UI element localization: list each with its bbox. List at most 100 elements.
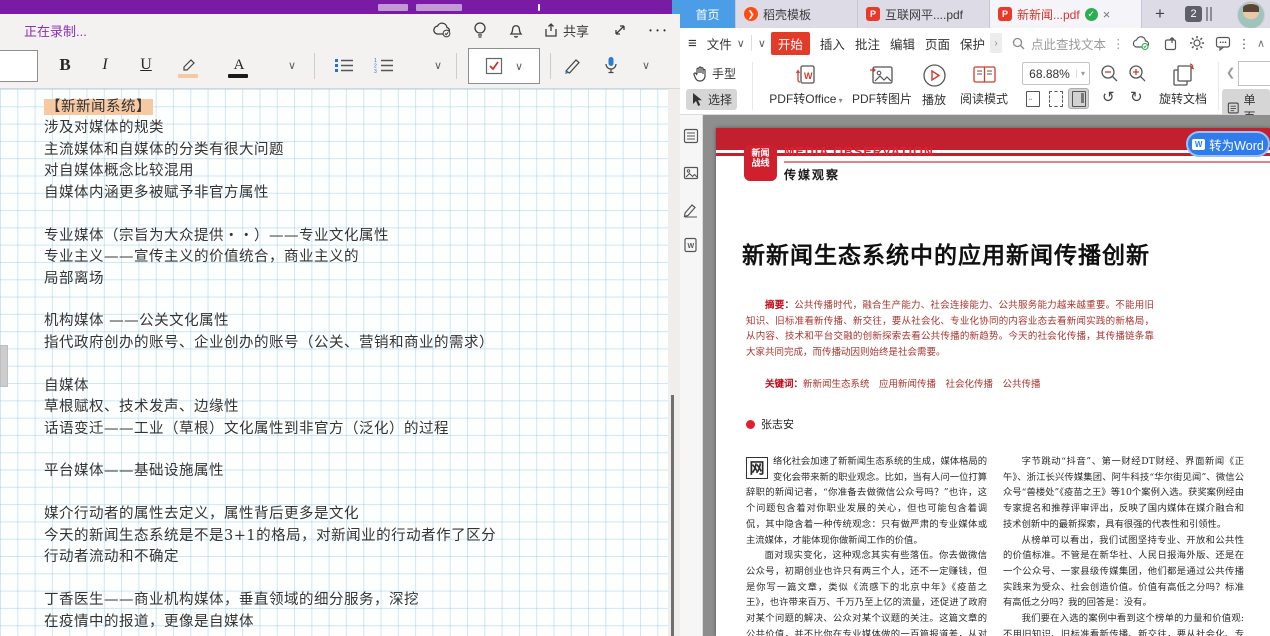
bold-button[interactable]: B: [54, 49, 76, 81]
menu-overflow-chip[interactable]: ›: [990, 33, 1002, 53]
page-number-box[interactable]: [1238, 61, 1270, 86]
lightbulb-icon[interactable]: [468, 18, 492, 42]
chevron-down-icon[interactable]: [430, 49, 446, 81]
search-placeholder: 点此查找文本: [1031, 34, 1106, 53]
share-doc-icon[interactable]: [1160, 33, 1182, 53]
tab-home[interactable]: 首页: [680, 0, 736, 28]
rotate-document-button[interactable]: 旋转文档: [1155, 63, 1211, 107]
font-color-swatch: [228, 74, 248, 78]
select-tool-button[interactable]: 选择: [686, 89, 737, 110]
menu-item[interactable]: 批注: [855, 34, 880, 53]
chevron-down-icon[interactable]: [284, 49, 300, 81]
read-mode-button[interactable]: 阅读模式: [956, 63, 1012, 107]
hamburger-menu-icon[interactable]: ≡: [688, 35, 697, 52]
feedback-comment-icon[interactable]: [1212, 33, 1234, 53]
magnifier-plus-icon: [1128, 64, 1147, 83]
pdf-page[interactable]: 新闻 战线 MEDIA OBSERVATION 传媒观察 W 转为Word 新新…: [716, 128, 1270, 636]
note-line: [44, 483, 654, 504]
article-abstract: 摘要：公共传播时代，融合生产能力、社会连接能力、公共服务能力越来越重要。不能用旧…: [746, 298, 1154, 360]
titlebar-text-hint: [378, 4, 408, 11]
body-paragraph: 网络化社会加速了新新闻生态系统的生成，媒体格局的变化会带来新的职业观念。比如，当…: [746, 454, 987, 548]
outline-panel-icon[interactable]: [683, 128, 699, 144]
note-line: 平台媒体——基础设施属性: [44, 461, 654, 482]
note-line: 媒介行动者的属性去定义，属性背后更多是文化: [44, 504, 654, 525]
fit-actual-size-button[interactable]: ↔: [1022, 88, 1043, 109]
numbered-list-button[interactable]: 123: [370, 49, 398, 81]
menu-item[interactable]: 编辑: [890, 34, 915, 53]
font-size-box[interactable]: [0, 50, 38, 82]
italic-button[interactable]: I: [95, 49, 115, 81]
note-canvas[interactable]: 【新新闻系统】涉及对媒体的规类主流媒体和自媒体的分类有很大问题对自媒体概念比较混…: [0, 89, 668, 636]
play-button[interactable]: 播放: [918, 63, 950, 108]
note-line: 主流媒体和自媒体的分类有很大问题: [44, 140, 654, 161]
journal-title-rule: [784, 161, 1270, 163]
pdf-to-word-icon: W: [794, 63, 818, 87]
play-label: 播放: [922, 91, 946, 108]
note-scrollbar-thumb[interactable]: [671, 395, 674, 636]
images-panel-icon[interactable]: [683, 165, 699, 181]
tab-docer-templates[interactable]: ❯ 稻壳模板: [736, 0, 858, 28]
zoom-level-combobox[interactable]: 68.88% ▾: [1022, 62, 1090, 85]
sync-cloud-icon[interactable]: [430, 18, 454, 42]
tab-pdf-active[interactable]: P 新新闻...pdf ✓ ×: [990, 0, 1142, 28]
more-icon[interactable]: [646, 18, 670, 42]
pdf-to-image-button[interactable]: PDF转图片: [850, 63, 914, 107]
rotate-right-icon[interactable]: ↻: [1130, 88, 1143, 106]
note-line: 在疫情中的报道，更像是自媒体: [44, 612, 654, 633]
menu-item[interactable]: 插入: [820, 34, 845, 53]
zoom-out-button[interactable]: [1100, 64, 1119, 83]
fit-width-button[interactable]: [1068, 88, 1089, 109]
user-avatar[interactable]: [1237, 1, 1265, 29]
settings-gear-icon[interactable]: [1186, 33, 1208, 53]
close-tab-icon[interactable]: ×: [1103, 7, 1111, 22]
menu-file[interactable]: 文件: [707, 34, 732, 53]
note-line: [44, 290, 654, 311]
tab-count-badge[interactable]: 2: [1185, 6, 1202, 22]
convert-to-word-button[interactable]: W 转为Word: [1186, 131, 1270, 157]
highlighter-button[interactable]: [176, 49, 202, 81]
zoom-in-button[interactable]: [1128, 64, 1147, 83]
todo-tag-dropdown[interactable]: [468, 48, 540, 84]
microphone-icon[interactable]: [598, 49, 624, 81]
pdf-to-office-label: PDF转Office ▾: [769, 90, 842, 107]
chevron-left-icon[interactable]: ❮: [1226, 66, 1235, 79]
expand-icon[interactable]: [608, 18, 632, 42]
collapse-ribbon-icon[interactable]: [758, 36, 766, 50]
divider: [1206, 7, 1208, 21]
share-button[interactable]: 共享: [540, 18, 592, 42]
find-text-box[interactable]: 点此查找文本: [1012, 34, 1125, 53]
new-tab-button[interactable]: +: [1155, 4, 1165, 24]
menu-item[interactable]: 开始: [771, 32, 810, 55]
note-scrollbar-track[interactable]: [668, 89, 680, 636]
left-panel-handle[interactable]: [0, 345, 8, 387]
search-options-icon[interactable]: [1112, 36, 1125, 51]
hand-tool-button[interactable]: 手型: [688, 63, 741, 84]
menu-item[interactable]: 页面: [925, 34, 950, 53]
signature-panel-icon[interactable]: [683, 202, 699, 218]
pdf-to-word-panel-icon[interactable]: W: [683, 237, 699, 253]
pdf-to-office-button[interactable]: W PDF转Office ▾: [765, 63, 847, 107]
menu-item[interactable]: 保护: [960, 34, 985, 53]
tab-label: 稻壳模板: [763, 6, 811, 23]
convert-to-word-label: 转为Word: [1209, 135, 1264, 154]
body-paragraph: 从榜单可以看出，我们试图坚持专业、开放和公共性的价值标准。不管是在新华社、人民日…: [1003, 533, 1244, 612]
ink-pen-button[interactable]: [558, 49, 586, 81]
note-line: 专业主义——宣传主义的价值统合，商业主义的: [44, 247, 654, 268]
note-line: 自媒体: [44, 376, 654, 397]
cloud-sync-icon[interactable]: [1130, 33, 1152, 53]
svg-text:W: W: [804, 71, 813, 81]
collapse-toolbar-icon[interactable]: ∧: [1250, 33, 1270, 53]
keywords-label: 关键词：: [765, 379, 803, 390]
fit-page-button[interactable]: [1045, 88, 1066, 109]
bell-icon[interactable]: [504, 18, 528, 42]
rotate-left-icon[interactable]: ↺: [1102, 88, 1115, 106]
chevron-down-icon[interactable]: [638, 49, 654, 81]
pdf-file-icon: P: [998, 7, 1012, 21]
font-color-button[interactable]: A: [226, 49, 252, 81]
tab-pdf-internet[interactable]: P 互联网平....pdf: [858, 0, 990, 28]
note-line: 今天的新闻生态系统是不是3+1的格局，对新闻业的行动者作了区分: [44, 526, 654, 547]
underline-button[interactable]: U: [135, 49, 157, 81]
bullet-list-button[interactable]: [330, 49, 358, 81]
divider: [752, 62, 753, 110]
note-line: 局部离场: [44, 269, 654, 290]
